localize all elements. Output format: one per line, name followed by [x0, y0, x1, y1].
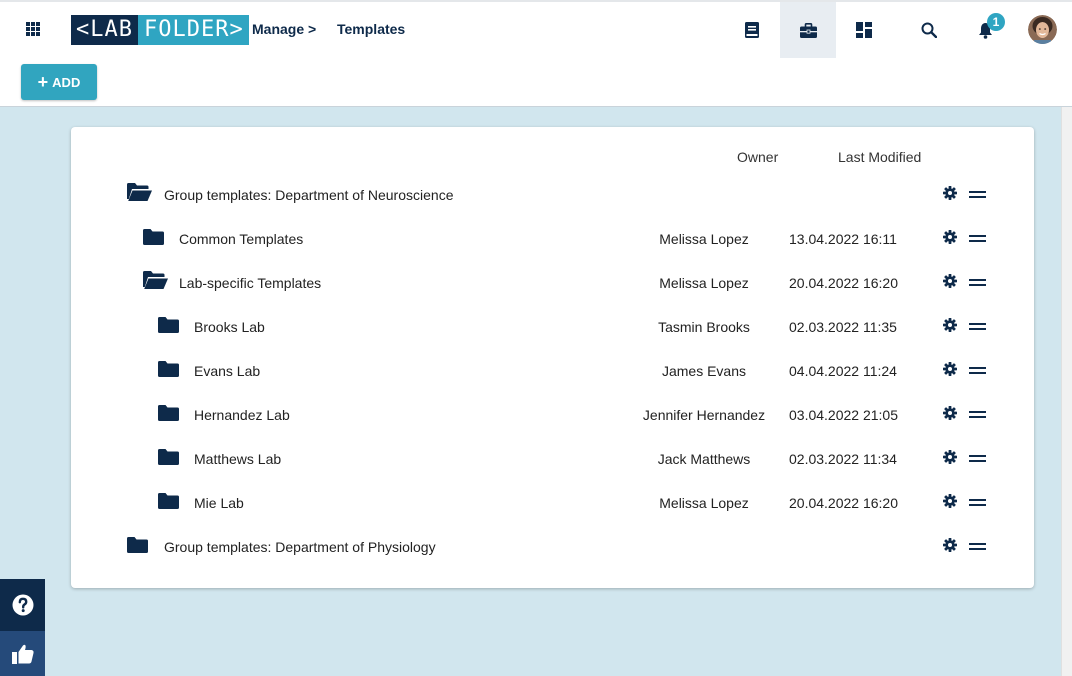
folder-icon[interactable]: [127, 537, 148, 558]
add-button[interactable]: + ADD: [21, 64, 97, 100]
folder-last-modified: 04.04.2022 11:24: [789, 363, 897, 379]
plus-icon: +: [37, 72, 49, 92]
search-button[interactable]: [901, 2, 957, 58]
folder-owner: Melissa Lopez: [659, 275, 749, 291]
logo-right: FOLDER>: [137, 15, 249, 45]
folder-name[interactable]: Common Templates: [179, 231, 303, 247]
labfolder-logo[interactable]: <LAB FOLDER>: [71, 15, 249, 45]
user-avatar[interactable]: [1028, 15, 1057, 44]
folder-name[interactable]: Matthews Lab: [194, 451, 281, 467]
templates-button[interactable]: [780, 2, 836, 58]
folder-icon[interactable]: [143, 229, 164, 250]
folder-icon[interactable]: [158, 493, 179, 514]
folder-name[interactable]: Group templates: Department of Neuroscie…: [164, 187, 453, 203]
drag-handle-icon[interactable]: [969, 543, 986, 551]
drag-handle-icon[interactable]: [969, 367, 986, 375]
settings-gear-icon[interactable]: [943, 186, 957, 205]
drag-handle-icon[interactable]: [969, 191, 986, 199]
settings-gear-icon[interactable]: [943, 274, 957, 293]
folder-name[interactable]: Group templates: Department of Physiolog…: [164, 539, 436, 555]
folder-owner: Tasmin Brooks: [658, 319, 750, 335]
notifications-button[interactable]: [957, 2, 1013, 58]
thumbs-up-icon: [11, 644, 34, 664]
folder-name[interactable]: Mie Lab: [194, 495, 244, 511]
folder-last-modified: 20.04.2022 16:20: [789, 275, 898, 291]
drag-handle-icon[interactable]: [969, 279, 986, 287]
drag-handle-icon[interactable]: [969, 499, 986, 507]
help-icon: [12, 594, 33, 616]
folder-last-modified: 20.04.2022 16:20: [789, 495, 898, 511]
templates-card: Owner Last Modified Group templates: Dep…: [71, 127, 1034, 588]
folder-row[interactable]: Matthews Lab Jack Matthews 02.03.2022 11:3…: [71, 438, 1034, 482]
settings-gear-icon[interactable]: [943, 494, 957, 513]
folder-row[interactable]: Brooks Lab Tasmin Brooks 02.03.2022 11:35: [71, 306, 1034, 350]
folder-last-modified: 03.04.2022 21:05: [789, 407, 898, 423]
notebook-button[interactable]: [724, 2, 780, 58]
page-scrollbar[interactable]: [1061, 107, 1072, 676]
folder-owner: Melissa Lopez: [659, 495, 749, 511]
settings-gear-icon[interactable]: [943, 230, 957, 249]
folder-open-icon[interactable]: [127, 183, 152, 206]
search-icon: [921, 22, 937, 38]
folder-owner: Melissa Lopez: [659, 231, 749, 247]
folder-icon[interactable]: [158, 405, 179, 426]
column-header-owner[interactable]: Owner: [737, 149, 778, 165]
breadcrumb-templates: Templates: [337, 21, 406, 37]
folder-name[interactable]: Brooks Lab: [194, 319, 265, 335]
folder-name[interactable]: Lab-specific Templates: [179, 275, 321, 291]
settings-gear-icon[interactable]: [943, 362, 957, 381]
column-header-last-modified[interactable]: Last Modified: [838, 149, 921, 165]
folder-last-modified: 02.03.2022 11:34: [789, 451, 897, 467]
folder-icon[interactable]: [158, 449, 179, 470]
folder-row[interactable]: Hernandez Lab Jennifer Hernandez 03.04.202…: [71, 394, 1034, 438]
folder-icon[interactable]: [158, 317, 179, 338]
apps-grid-icon[interactable]: [26, 22, 40, 36]
folder-owner: James Evans: [661, 363, 747, 379]
folder-icon[interactable]: [158, 361, 179, 382]
folder-row[interactable]: Group templates: Department of Neuroscie…: [71, 174, 1034, 218]
notebook-icon: [745, 22, 759, 38]
dashboard-button[interactable]: [836, 2, 892, 58]
top-bar: <LAB FOLDER> Manage > Templates 1 + ADD: [0, 0, 1072, 107]
notification-badge: 1: [987, 13, 1005, 31]
drag-handle-icon[interactable]: [969, 323, 986, 331]
folder-row[interactable]: Common Templates Melissa Lopez 13.04.2022 …: [71, 218, 1034, 262]
folder-last-modified: 13.04.2022 16:11: [789, 231, 897, 247]
feedback-button[interactable]: [0, 631, 45, 676]
folder-row[interactable]: Mie Lab Melissa Lopez 20.04.2022 16:20: [71, 482, 1034, 526]
add-button-label: ADD: [52, 74, 81, 90]
help-button[interactable]: [0, 579, 45, 631]
folder-row[interactable]: Group templates: Department of Physiolog…: [71, 526, 1034, 570]
drag-handle-icon[interactable]: [969, 411, 986, 419]
dashboard-icon: [856, 22, 872, 38]
folder-row[interactable]: Evans Lab James Evans 04.04.2022 11:24: [71, 350, 1034, 394]
folder-open-icon[interactable]: [143, 271, 168, 294]
drag-handle-icon[interactable]: [969, 455, 986, 463]
drag-handle-icon[interactable]: [969, 235, 986, 243]
folder-owner: Jennifer Hernandez: [642, 407, 766, 423]
settings-gear-icon[interactable]: [943, 450, 957, 469]
folder-name[interactable]: Hernandez Lab: [194, 407, 290, 423]
folder-name[interactable]: Evans Lab: [194, 363, 260, 379]
briefcase-icon: [799, 22, 817, 38]
breadcrumb-manage[interactable]: Manage >: [252, 21, 316, 37]
folder-owner: Jack Matthews: [657, 451, 751, 467]
settings-gear-icon[interactable]: [943, 538, 957, 557]
settings-gear-icon[interactable]: [943, 406, 957, 425]
folder-row[interactable]: Lab-specific Templates Melissa Lopez 20.04…: [71, 262, 1034, 306]
folder-last-modified: 02.03.2022 11:35: [789, 319, 897, 335]
logo-left: <LAB: [71, 15, 138, 45]
settings-gear-icon[interactable]: [943, 318, 957, 337]
